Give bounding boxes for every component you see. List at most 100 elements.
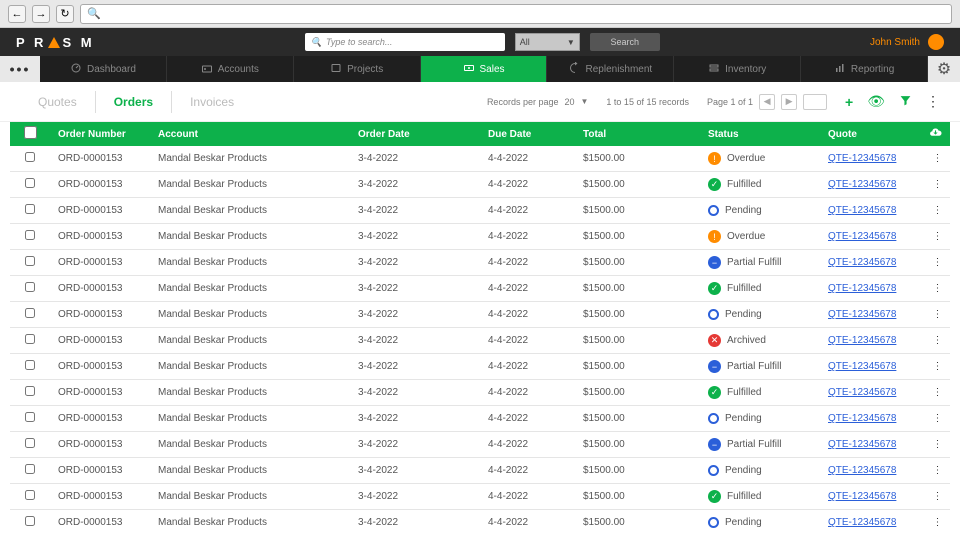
row-checkbox[interactable] — [10, 464, 50, 477]
row-checkbox[interactable] — [10, 334, 50, 347]
quote-link[interactable]: QTE-12345678 — [828, 361, 896, 372]
row-more-button[interactable]: ⋮ — [925, 335, 950, 346]
table-row[interactable]: ORD-0000153Mandal Beskar Products3-4-202… — [10, 276, 950, 302]
row-more-button[interactable]: ⋮ — [925, 465, 950, 476]
row-more-button[interactable]: ⋮ — [925, 387, 950, 398]
settings-button[interactable]: ⚙ — [928, 56, 960, 82]
quote-link[interactable]: QTE-12345678 — [828, 309, 896, 320]
quote-link[interactable]: QTE-12345678 — [828, 439, 896, 450]
nav-projects[interactable]: Projects — [294, 56, 421, 82]
quote-link[interactable]: QTE-12345678 — [828, 205, 896, 216]
table-row[interactable]: ORD-0000153Mandal Beskar Products3-4-202… — [10, 458, 950, 484]
col-account[interactable]: Account — [150, 129, 350, 140]
row-checkbox[interactable] — [10, 308, 50, 321]
col-total[interactable]: Total — [575, 129, 700, 140]
global-search-input[interactable]: 🔍 Type to search... — [305, 33, 505, 51]
table-row[interactable]: ORD-0000153Mandal Beskar Products3-4-202… — [10, 328, 950, 354]
table-row[interactable]: ORD-0000153Mandal Beskar Products3-4-202… — [10, 380, 950, 406]
row-checkbox[interactable] — [10, 152, 50, 165]
quote-link[interactable]: QTE-12345678 — [828, 491, 896, 502]
table-row[interactable]: ORD-0000153Mandal Beskar Products3-4-202… — [10, 510, 950, 535]
quote-link[interactable]: QTE-12345678 — [828, 283, 896, 294]
nav-replenish[interactable]: Replenishment — [547, 56, 674, 82]
row-checkbox[interactable] — [10, 256, 50, 269]
row-more-button[interactable]: ⋮ — [925, 309, 950, 320]
page-input[interactable] — [803, 94, 827, 110]
quote-link[interactable]: QTE-12345678 — [828, 387, 896, 398]
row-checkbox[interactable] — [10, 438, 50, 451]
nav-reporting[interactable]: Reporting — [801, 56, 928, 82]
quote-link[interactable]: QTE-12345678 — [828, 517, 896, 528]
row-more-button[interactable]: ⋮ — [925, 361, 950, 372]
search-filter-dropdown[interactable]: All ▼ — [515, 33, 580, 51]
col-quote[interactable]: Quote — [820, 129, 920, 140]
table-row[interactable]: ORD-0000153Mandal Beskar Products3-4-202… — [10, 224, 950, 250]
nav-sales[interactable]: Sales — [421, 56, 548, 82]
filter-button[interactable] — [899, 94, 912, 110]
table-row[interactable]: ORD-0000153Mandal Beskar Products3-4-202… — [10, 146, 950, 172]
row-checkbox[interactable] — [10, 230, 50, 243]
row-checkbox[interactable] — [10, 490, 50, 503]
row-more-button[interactable]: ⋮ — [925, 231, 950, 242]
view-button[interactable]: 👁 — [867, 93, 885, 110]
table-row[interactable]: ORD-0000153Mandal Beskar Products3-4-202… — [10, 198, 950, 224]
quote-link[interactable]: QTE-12345678 — [828, 231, 896, 242]
row-checkbox[interactable] — [10, 386, 50, 399]
nav-label: Replenishment — [586, 64, 653, 75]
col-order-number[interactable]: Order Number — [50, 129, 150, 140]
table-row[interactable]: ORD-0000153Mandal Beskar Products3-4-202… — [10, 354, 950, 380]
col-status[interactable]: Status — [700, 129, 820, 140]
page-next-button[interactable]: ▶ — [781, 94, 797, 110]
quote-link[interactable]: QTE-12345678 — [828, 257, 896, 268]
col-order-date[interactable]: Order Date — [350, 129, 480, 140]
quote-link[interactable]: QTE-12345678 — [828, 153, 896, 164]
row-more-button[interactable]: ⋮ — [925, 205, 950, 216]
quote-link[interactable]: QTE-12345678 — [828, 179, 896, 190]
download-button[interactable] — [920, 126, 950, 142]
nav-accounts[interactable]: Accounts — [167, 56, 294, 82]
back-button[interactable]: ← — [8, 5, 26, 23]
table-row[interactable]: ORD-0000153Mandal Beskar Products3-4-202… — [10, 406, 950, 432]
nav-dashboard[interactable]: Dashboard — [40, 56, 167, 82]
row-checkbox[interactable] — [10, 282, 50, 295]
nav-app-menu[interactable]: ••• — [0, 56, 40, 82]
row-more-button[interactable]: ⋮ — [925, 439, 950, 450]
row-checkbox[interactable] — [10, 178, 50, 191]
quote-link[interactable]: QTE-12345678 — [828, 413, 896, 424]
tab-orders[interactable]: Orders — [96, 91, 172, 113]
row-checkbox[interactable] — [10, 360, 50, 373]
row-checkbox[interactable] — [10, 204, 50, 217]
table-row[interactable]: ORD-0000153Mandal Beskar Products3-4-202… — [10, 432, 950, 458]
table-row[interactable]: ORD-0000153Mandal Beskar Products3-4-202… — [10, 172, 950, 198]
quote-link[interactable]: QTE-12345678 — [828, 465, 896, 476]
row-more-button[interactable]: ⋮ — [925, 413, 950, 424]
row-more-button[interactable]: ⋮ — [925, 257, 950, 268]
reload-button[interactable]: ↻ — [56, 5, 74, 23]
tab-quotes[interactable]: Quotes — [20, 91, 96, 113]
tab-invoices[interactable]: Invoices — [172, 91, 252, 113]
row-more-button[interactable]: ⋮ — [925, 283, 950, 294]
row-more-button[interactable]: ⋮ — [925, 179, 950, 190]
row-checkbox[interactable] — [10, 516, 50, 529]
user-menu[interactable]: John Smith — [870, 34, 944, 50]
quote-link[interactable]: QTE-12345678 — [828, 335, 896, 346]
cell-order-number: ORD-0000153 — [50, 439, 150, 450]
header-checkbox[interactable] — [10, 126, 50, 142]
nav-inventory[interactable]: Inventory — [674, 56, 801, 82]
forward-button[interactable]: → — [32, 5, 50, 23]
page-prev-button[interactable]: ◀ — [759, 94, 775, 110]
row-checkbox[interactable] — [10, 412, 50, 425]
records-per-page[interactable]: Records per page 20 ▼ — [487, 97, 588, 107]
cell-quote: QTE-12345678 — [820, 413, 925, 424]
add-button[interactable]: + — [845, 94, 853, 110]
row-more-button[interactable]: ⋮ — [925, 491, 950, 502]
row-more-button[interactable]: ⋮ — [925, 153, 950, 164]
toolbar-more-button[interactable]: ⋮ — [926, 93, 940, 110]
table-row[interactable]: ORD-0000153Mandal Beskar Products3-4-202… — [10, 250, 950, 276]
search-button[interactable]: Search — [590, 33, 660, 51]
row-more-button[interactable]: ⋮ — [925, 517, 950, 528]
table-row[interactable]: ORD-0000153Mandal Beskar Products3-4-202… — [10, 484, 950, 510]
table-row[interactable]: ORD-0000153Mandal Beskar Products3-4-202… — [10, 302, 950, 328]
col-due-date[interactable]: Due Date — [480, 129, 575, 140]
url-bar[interactable]: 🔍 — [80, 4, 952, 24]
